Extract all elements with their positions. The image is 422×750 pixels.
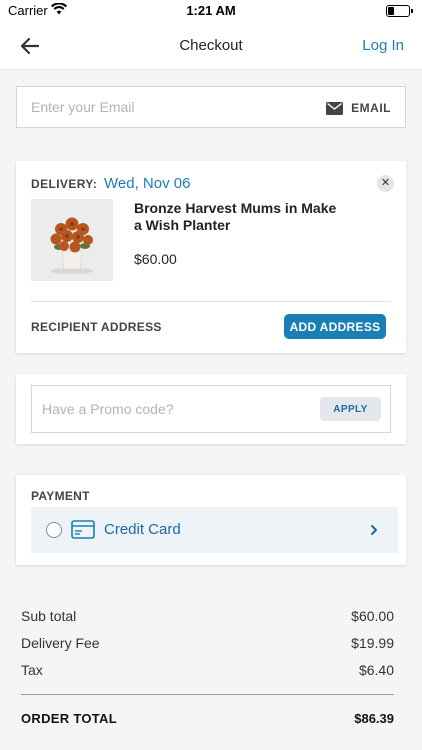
total-row-label: Delivery Fee	[21, 635, 100, 651]
total-row-value: $19.99	[351, 635, 394, 651]
totals-divider	[21, 694, 394, 695]
order-total-label: ORDER TOTAL	[21, 711, 117, 726]
total-row-label: Tax	[21, 662, 43, 678]
total-row-label: Sub total	[21, 608, 77, 624]
order-total-value: $86.39	[354, 711, 394, 726]
total-row-value: $6.40	[358, 662, 394, 678]
total-row-value: $60.00	[351, 608, 394, 624]
totals-section: Sub total $60.00 Delivery Fee $19.99 Tax…	[21, 0, 394, 750]
